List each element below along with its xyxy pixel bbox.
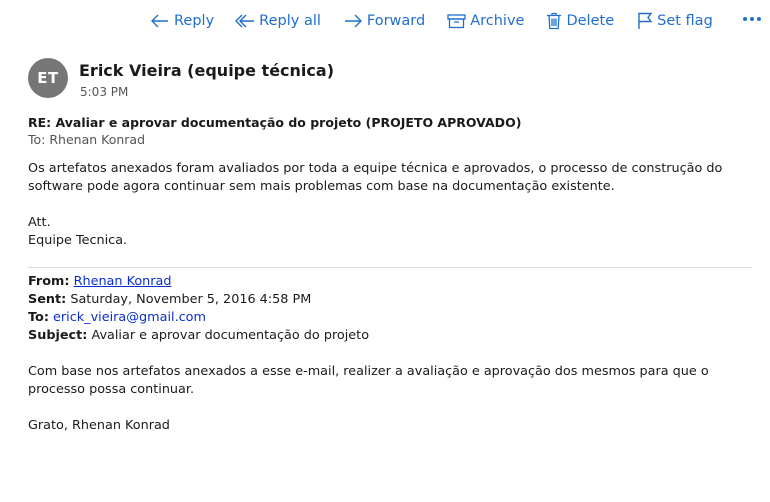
set-flag-label: Set flag	[657, 13, 713, 29]
message-body: Os artefatos anexados foram avaliados po…	[28, 160, 753, 250]
forward-button[interactable]: Forward	[343, 13, 425, 29]
to-recipient: Rhenan Konrad	[49, 132, 146, 147]
quoted-subject-label: Subject:	[28, 328, 88, 343]
to-label: To:	[28, 132, 46, 147]
forward-label: Forward	[366, 13, 426, 29]
quoted-subject-value: Avaliar e aprovar documentação do projet…	[91, 328, 370, 343]
reply-button[interactable]: Reply	[150, 13, 214, 29]
email-reading-pane: Reply Reply all Forward Archive Delete S…	[0, 0, 770, 502]
message-toolbar: Reply Reply all Forward Archive Delete S…	[150, 8, 761, 34]
reply-all-label: Reply all	[259, 13, 321, 29]
message-time: 5:03 PM	[80, 85, 129, 99]
quoted-sent-label: Sent:	[28, 292, 67, 307]
archive-label: Archive	[470, 13, 525, 29]
delete-label: Delete	[566, 13, 615, 29]
quoted-to-label: To:	[28, 310, 49, 325]
delete-button[interactable]: Delete	[546, 12, 614, 30]
quoted-sent-value: Saturday, November 5, 2016 4:58 PM	[70, 292, 312, 307]
signoff-line-1: Att.	[28, 215, 51, 230]
sender-name: Erick Vieira (equipe técnica)	[79, 61, 334, 80]
reply-label: Reply	[174, 13, 215, 29]
signoff-line-2: Equipe Tecnica.	[28, 233, 128, 248]
quoted-body: Com base nos artefatos anexados a esse e…	[28, 364, 709, 397]
more-dots-icon	[742, 16, 761, 26]
archive-box-icon	[447, 13, 466, 29]
more-actions-button[interactable]	[742, 16, 761, 26]
quoted-from-link[interactable]: Rhenan Konrad	[74, 274, 172, 289]
reply-arrow-icon	[150, 13, 170, 29]
forward-arrow-icon	[343, 13, 363, 29]
quote-divider	[28, 267, 752, 268]
message-subject: RE: Avaliar e aprovar documentação do pr…	[28, 115, 522, 130]
quoted-sent-row: Sent: Saturday, November 5, 2016 4:58 PM	[28, 291, 753, 309]
quoted-message: From: Rhenan Konrad Sent: Saturday, Nove…	[28, 273, 753, 435]
reply-all-button[interactable]: Reply all	[235, 13, 321, 29]
quoted-to-row: To: erick_vieira@gmail.com	[28, 309, 753, 327]
set-flag-button[interactable]: Set flag	[637, 12, 713, 30]
recipient-line: To: Rhenan Konrad	[28, 132, 145, 147]
trash-can-icon	[546, 12, 562, 30]
quoted-from-label: From:	[28, 274, 70, 289]
quoted-signature: Grato, Rhenan Konrad	[28, 418, 170, 433]
reply-all-arrow-icon	[235, 13, 255, 29]
sender-avatar: ET	[28, 58, 68, 98]
flag-icon	[637, 12, 653, 30]
body-paragraph: Os artefatos anexados foram avaliados po…	[28, 161, 723, 194]
quoted-to-email[interactable]: erick_vieira@gmail.com	[53, 310, 206, 325]
archive-button[interactable]: Archive	[447, 13, 524, 29]
quoted-subject-row: Subject: Avaliar e aprovar documentação …	[28, 327, 753, 345]
quoted-from-row: From: Rhenan Konrad	[28, 273, 753, 291]
